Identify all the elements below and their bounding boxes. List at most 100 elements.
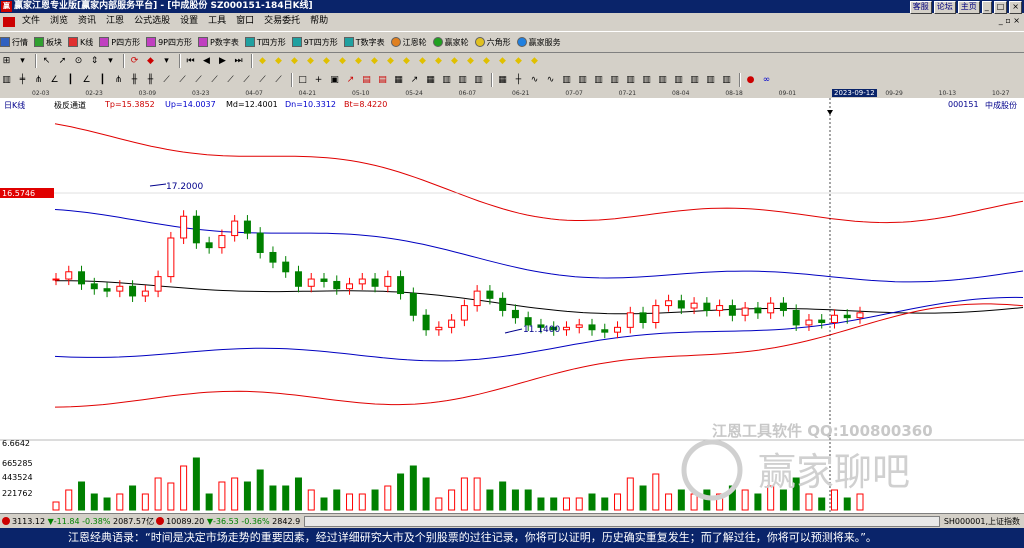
grid-icon[interactable]: ▦ bbox=[424, 74, 437, 87]
bars-icon[interactable]: ▥ bbox=[640, 74, 653, 87]
minimize-button[interactable]: _ bbox=[981, 1, 992, 14]
cursor-icon[interactable]: ↖ bbox=[40, 55, 53, 68]
last-icon[interactable]: ⏭ bbox=[232, 55, 245, 68]
menu-settings[interactable]: 设置 bbox=[175, 14, 203, 29]
diamond-icon[interactable]: ◆ bbox=[528, 55, 541, 68]
toolbar-winner-service[interactable]: 赢家服务 bbox=[516, 37, 561, 48]
diamond-icon[interactable]: ◆ bbox=[480, 55, 493, 68]
diamond-icon[interactable]: ◆ bbox=[432, 55, 445, 68]
menu-formula-select[interactable]: 公式选股 bbox=[129, 14, 175, 29]
prev-icon[interactable]: ◀ bbox=[200, 55, 213, 68]
bars-icon[interactable]: ▥ bbox=[720, 74, 733, 87]
bars-icon[interactable]: ▥ bbox=[472, 74, 485, 87]
trend-icon[interactable]: ⟋ bbox=[160, 74, 173, 87]
arrow-up-icon[interactable]: ↗ bbox=[408, 74, 421, 87]
dropdown-icon[interactable]: ▾ bbox=[160, 55, 173, 68]
diamond-icon[interactable]: ◆ bbox=[256, 55, 269, 68]
stock-icon[interactable]: ◆ bbox=[144, 55, 157, 68]
infinity-icon[interactable]: ∞ bbox=[760, 74, 773, 87]
grid-icon[interactable]: ▦ bbox=[392, 74, 405, 87]
diamond-icon[interactable]: ◆ bbox=[272, 55, 285, 68]
chart-icon[interactable]: ▤ bbox=[376, 74, 389, 87]
diamond-icon[interactable]: ◆ bbox=[336, 55, 349, 68]
bars-icon[interactable]: ▥ bbox=[456, 74, 469, 87]
diamond-icon[interactable]: ◆ bbox=[384, 55, 397, 68]
menu-file[interactable]: 文件 bbox=[17, 14, 45, 29]
trend-icon[interactable]: ⟋ bbox=[272, 74, 285, 87]
toolbar-quotes[interactable]: 行情 bbox=[0, 37, 28, 48]
cross-icon[interactable]: ╫ bbox=[144, 74, 157, 87]
diamond-icon[interactable]: ◆ bbox=[304, 55, 317, 68]
diamond-icon[interactable]: ◆ bbox=[448, 55, 461, 68]
bars-icon[interactable]: ▥ bbox=[592, 74, 605, 87]
trend-icon[interactable]: ⟋ bbox=[192, 74, 205, 87]
menu-tools[interactable]: 工具 bbox=[203, 14, 231, 29]
toolbar-kline[interactable]: K线 bbox=[68, 37, 93, 48]
toolbar-t-table[interactable]: T数字表 bbox=[343, 37, 385, 48]
menu-gann[interactable]: 江恩 bbox=[101, 14, 129, 29]
refresh-icon[interactable]: ⟳ bbox=[128, 55, 141, 68]
color-icon[interactable]: ● bbox=[744, 74, 757, 87]
diamond-icon[interactable]: ◆ bbox=[512, 55, 525, 68]
wave-icon[interactable]: ∿ bbox=[528, 74, 541, 87]
dropdown-icon[interactable]: ▾ bbox=[16, 55, 29, 68]
index-selector[interactable]: SH000001,上证指数 bbox=[944, 516, 1020, 527]
toolbar-hexagon[interactable]: 六角形 bbox=[474, 37, 511, 48]
diamond-icon[interactable]: ◆ bbox=[352, 55, 365, 68]
trend-icon[interactable]: ⟋ bbox=[256, 74, 269, 87]
wave-icon[interactable]: ∿ bbox=[544, 74, 557, 87]
menu-trade[interactable]: 交易委托 bbox=[259, 14, 305, 29]
arrow-up-icon[interactable]: ↗ bbox=[344, 74, 357, 87]
trend-icon[interactable]: ⟋ bbox=[176, 74, 189, 87]
toolbar-gann-wheel[interactable]: 江恩轮 bbox=[390, 37, 427, 48]
trend-icon[interactable]: ⟋ bbox=[240, 74, 253, 87]
trend-icon[interactable]: ⟋ bbox=[224, 74, 237, 87]
mdi-window-controls[interactable]: _ ▫ × bbox=[999, 16, 1020, 25]
bars-icon[interactable]: ▥ bbox=[608, 74, 621, 87]
trend-icon[interactable]: ⟋ bbox=[208, 74, 221, 87]
angle-icon[interactable]: ∠ bbox=[80, 74, 93, 87]
line-icon[interactable]: ╪ bbox=[16, 74, 29, 87]
toolbar-9t-square[interactable]: 9T四方形 bbox=[291, 37, 338, 48]
bars-icon[interactable]: ┃ bbox=[96, 74, 109, 87]
cross-icon[interactable]: ╫ bbox=[128, 74, 141, 87]
bars-icon[interactable]: ▥ bbox=[672, 74, 685, 87]
diamond-icon[interactable]: ◆ bbox=[416, 55, 429, 68]
next-icon[interactable]: ▶ bbox=[216, 55, 229, 68]
square-icon[interactable]: □ bbox=[296, 74, 309, 87]
target-icon[interactable]: ⊙ bbox=[72, 55, 85, 68]
table-icon[interactable]: ▦ bbox=[496, 74, 509, 87]
chart-icon[interactable]: ▤ bbox=[360, 74, 373, 87]
bars-icon[interactable]: ▥ bbox=[656, 74, 669, 87]
toolbar-p-table[interactable]: P数字表 bbox=[198, 37, 239, 48]
toolbar-9p-square[interactable]: 9P四方形 bbox=[146, 37, 192, 48]
menu-browse[interactable]: 浏览 bbox=[45, 14, 73, 29]
menu-info[interactable]: 资讯 bbox=[73, 14, 101, 29]
menu-window[interactable]: 窗口 bbox=[231, 14, 259, 29]
arrow-icon[interactable]: ➚ bbox=[56, 55, 69, 68]
bars-icon[interactable]: ┃ bbox=[64, 74, 77, 87]
bars-icon[interactable]: ▥ bbox=[440, 74, 453, 87]
bars-icon[interactable]: ▥ bbox=[704, 74, 717, 87]
bars-icon[interactable]: ▥ bbox=[688, 74, 701, 87]
diamond-icon[interactable]: ◆ bbox=[288, 55, 301, 68]
ticker-scrollbar[interactable] bbox=[304, 515, 940, 527]
fan-icon[interactable]: ⋔ bbox=[32, 74, 45, 87]
diamond-icon[interactable]: ◆ bbox=[496, 55, 509, 68]
diamond-icon[interactable]: ◆ bbox=[368, 55, 381, 68]
first-icon[interactable]: ⏮ bbox=[184, 55, 197, 68]
forum-button[interactable]: 论坛 bbox=[933, 1, 956, 14]
kline-chart[interactable]: 日K线 极反通道 Tp=15.3852 Up=14.0037 Md=12.400… bbox=[0, 98, 1024, 513]
grid-icon[interactable]: ▥ bbox=[0, 74, 13, 87]
close-button[interactable]: × bbox=[1009, 1, 1022, 14]
diamond-icon[interactable]: ◆ bbox=[464, 55, 477, 68]
bars-icon[interactable]: ▥ bbox=[624, 74, 637, 87]
fan-icon[interactable]: ⋔ bbox=[112, 74, 125, 87]
toolbar-winner-wheel[interactable]: 赢家轮 bbox=[432, 37, 469, 48]
plus-icon[interactable]: + bbox=[312, 74, 325, 87]
bars-icon[interactable]: ▥ bbox=[576, 74, 589, 87]
diamond-icon[interactable]: ◆ bbox=[320, 55, 333, 68]
angle-icon[interactable]: ∠ bbox=[48, 74, 61, 87]
toolbar-sectors[interactable]: 板块 bbox=[34, 37, 62, 48]
box-icon[interactable]: ▣ bbox=[328, 74, 341, 87]
